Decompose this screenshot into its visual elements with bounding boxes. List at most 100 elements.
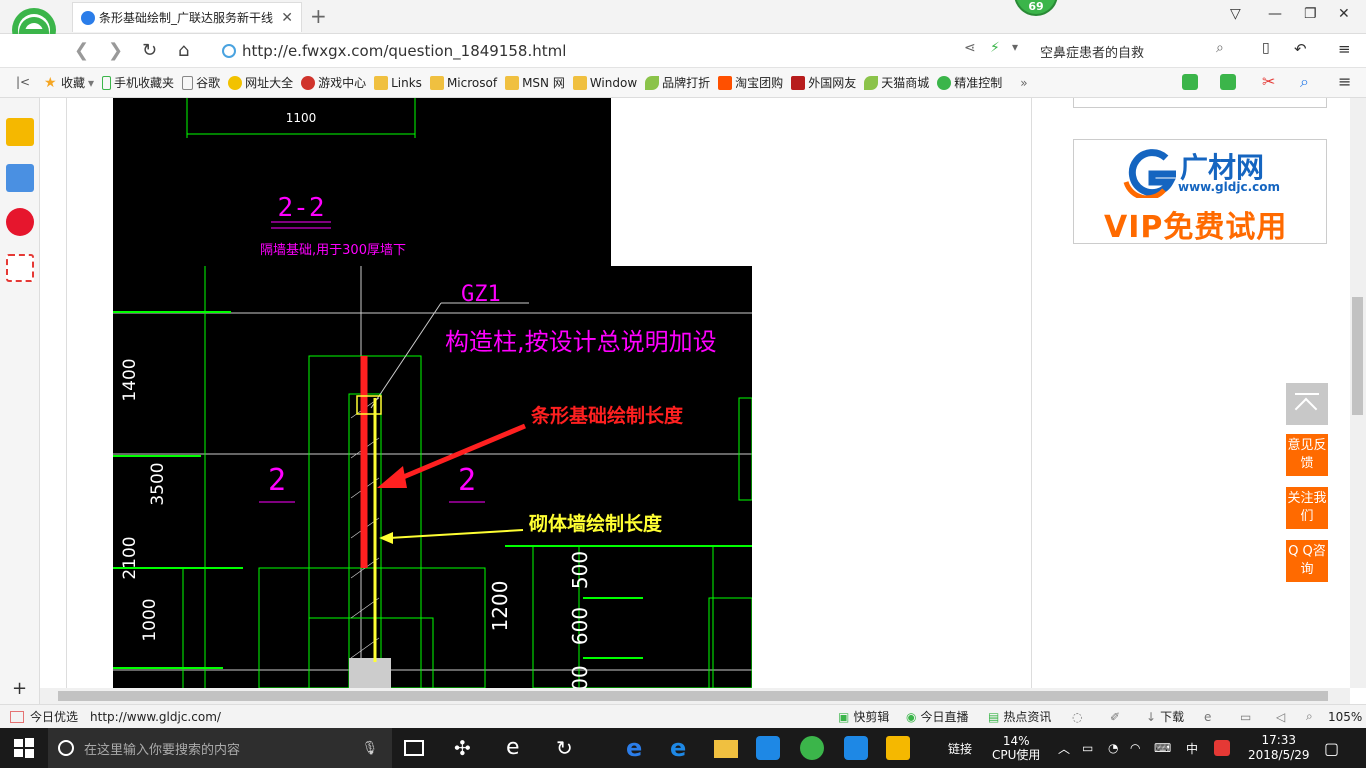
favorites-star-icon[interactable] — [6, 118, 34, 146]
zoom-icon[interactable]: ⌕ — [1306, 709, 1313, 724]
more-bookmarks-icon[interactable]: » — [1020, 76, 1027, 90]
reader-icon[interactable] — [6, 164, 34, 192]
secure-site-icon — [222, 44, 236, 58]
links-toolbar[interactable]: 链接 — [948, 728, 972, 768]
windows-start-icon[interactable] — [12, 736, 36, 760]
new-tab-button[interactable]: + — [310, 4, 327, 28]
file-explorer-icon[interactable] — [714, 740, 738, 758]
bookmark-item[interactable]: 谷歌 — [182, 74, 220, 91]
follow-us-button[interactable]: 关注我们 — [1286, 487, 1328, 529]
download-icon: ↓ — [1146, 709, 1157, 724]
news-icon: ▤ — [988, 709, 1000, 724]
bookmark-item[interactable]: ★ 收藏 ▾ — [44, 74, 94, 91]
red-annotation: 条形基础绘制长度 — [531, 404, 684, 427]
sidebar-toggle-icon[interactable]: |< — [16, 75, 30, 89]
maximize-button[interactable]: ❐ — [1304, 6, 1317, 22]
ime-indicator[interactable]: 中 — [1186, 728, 1198, 768]
status-item-download[interactable]: ↓ 下载 — [1146, 708, 1184, 725]
address-bar[interactable]: http://e.fwxgx.com/question_1849158.html — [222, 38, 1030, 64]
wifi-icon[interactable]: ◠ — [1130, 728, 1140, 768]
dim-top-text: 1100 — [286, 111, 317, 125]
search-input[interactable]: 空鼻症患者的自救 — [1040, 42, 1144, 61]
shield-icon[interactable] — [1182, 74, 1198, 90]
status-item-news[interactable]: ▤ 热点资讯 — [988, 708, 1051, 725]
lightning-icon[interactable]: ⚡ — [990, 40, 1000, 56]
network-icon[interactable]: ◔ — [1108, 728, 1118, 768]
shirt-skin-icon[interactable]: ▽ — [1230, 6, 1241, 22]
chevron-down-icon[interactable]: ▾ — [1012, 40, 1018, 54]
magnifier-icon[interactable]: ⌕ — [1300, 72, 1309, 92]
feedback-button[interactable]: 意见反馈 — [1286, 434, 1328, 476]
sogou-ime-icon[interactable] — [1214, 728, 1230, 768]
bookmark-item[interactable]: Microsof — [429, 75, 497, 90]
browser-tab[interactable]: 条形基础绘制_广联达服务新干线 ✕ — [72, 2, 302, 32]
edge-browser-icon[interactable]: e — [626, 736, 650, 760]
keyboard-icon[interactable]: ⌨ — [1154, 728, 1171, 768]
mute-icon[interactable]: ◁ — [1276, 710, 1285, 724]
bookmark-item[interactable]: 外国网友 — [791, 74, 856, 91]
pinwheel-icon[interactable]: ✣ — [454, 736, 478, 760]
speed-icon[interactable]: ◌ — [1072, 710, 1082, 724]
bookmark-item[interactable]: 游戏中心 — [301, 74, 366, 91]
minimize-button[interactable]: — — [1268, 6, 1282, 22]
horizontal-scroll-thumb[interactable] — [58, 691, 1328, 701]
360-browser-icon[interactable] — [800, 736, 824, 760]
today-picks[interactable]: 今日优选 — [10, 708, 78, 725]
bookmark-item[interactable]: MSN 网 — [505, 74, 565, 91]
folder-icon — [505, 75, 520, 90]
mobile-icon[interactable]: ▯ — [1262, 40, 1270, 56]
search-icon[interactable]: ⌕ — [1216, 40, 1224, 56]
bookmark-item[interactable]: Window — [572, 75, 637, 90]
add-sidebar-icon[interactable]: + — [12, 678, 27, 699]
forward-button[interactable]: ❯ — [108, 40, 123, 61]
spiral-app-icon[interactable]: ↻ — [556, 736, 580, 760]
notification-badge[interactable]: 69 — [1014, 0, 1058, 16]
search-box[interactable]: 空鼻症患者的自救 — [1040, 38, 1240, 64]
menu-icon[interactable]: ≡ — [1338, 40, 1351, 58]
bookmark-item[interactable]: 品牌打折 — [645, 74, 710, 91]
weibo-icon[interactable] — [6, 208, 34, 236]
back-button[interactable]: ❮ — [74, 40, 89, 61]
tray-up-chevron-icon[interactable]: ︿ — [1058, 728, 1070, 768]
home-button[interactable]: ⌂ — [178, 40, 189, 61]
undo-icon[interactable]: ↶ — [1294, 40, 1307, 58]
vertical-scroll-thumb[interactable] — [1352, 297, 1363, 415]
back-to-top-button[interactable] — [1286, 383, 1328, 425]
refresh-button[interactable]: ↻ — [142, 40, 157, 61]
share-icon[interactable]: ⋖ — [964, 40, 976, 56]
ie-mode-icon[interactable]: e — [1204, 710, 1211, 724]
window-icon[interactable]: ▭ — [1240, 710, 1251, 724]
bookmark-item[interactable]: 精准控制 — [937, 74, 1002, 91]
translate-icon[interactable] — [1220, 74, 1236, 90]
clock[interactable]: 17:33 2018/5/29 — [1248, 728, 1310, 768]
bookmark-item[interactable]: 淘宝团购 — [718, 74, 783, 91]
zoom-level[interactable]: 105% — [1328, 710, 1362, 724]
page-right-border — [1031, 98, 1032, 688]
glodon-app-icon[interactable] — [756, 736, 780, 760]
pin-icon[interactable]: ✐ — [1110, 710, 1120, 724]
cpu-meter[interactable]: 14% CPU使用 — [992, 728, 1040, 768]
plus-app-icon[interactable] — [844, 736, 868, 760]
status-item-video-edit[interactable]: ▣ 快剪辑 — [838, 708, 889, 725]
microphone-icon[interactable]: 🎙 — [361, 741, 378, 756]
taskbar-search-box[interactable]: 在这里输入你要搜索的内容 🎙 — [48, 728, 392, 768]
url-text[interactable]: http://e.fwxgx.com/question_1849158.html — [242, 42, 566, 60]
gldjc-advertisement[interactable]: 广材网 www.gldjc.com VIP免费试用 — [1073, 139, 1327, 245]
scissors-icon[interactable]: ✂ — [1262, 72, 1275, 91]
close-tab-icon[interactable]: ✕ — [281, 10, 293, 26]
close-window-button[interactable]: ✕ — [1338, 6, 1350, 22]
bookmark-menu-icon[interactable]: ≡ — [1338, 72, 1351, 91]
bookmark-item[interactable]: 天猫商城 — [864, 74, 929, 91]
bookmark-item[interactable]: Links — [374, 75, 422, 90]
ie-browser-icon[interactable]: e — [506, 736, 530, 760]
notification-center-icon[interactable]: ▢ — [1324, 728, 1339, 768]
status-item-live[interactable]: ◉ 今日直播 — [906, 708, 969, 725]
task-view-icon[interactable] — [404, 740, 424, 756]
bookmark-item[interactable]: 网址大全 — [228, 74, 293, 91]
battery-icon[interactable]: ▭ — [1082, 728, 1093, 768]
bookmark-item[interactable]: 手机收藏夹 — [102, 74, 174, 91]
qq-consult-button[interactable]: Q Q咨询 — [1286, 540, 1328, 582]
notes-app-icon[interactable] — [886, 736, 910, 760]
mail-icon[interactable] — [6, 254, 34, 282]
internet-explorer-icon[interactable]: e — [670, 736, 694, 760]
